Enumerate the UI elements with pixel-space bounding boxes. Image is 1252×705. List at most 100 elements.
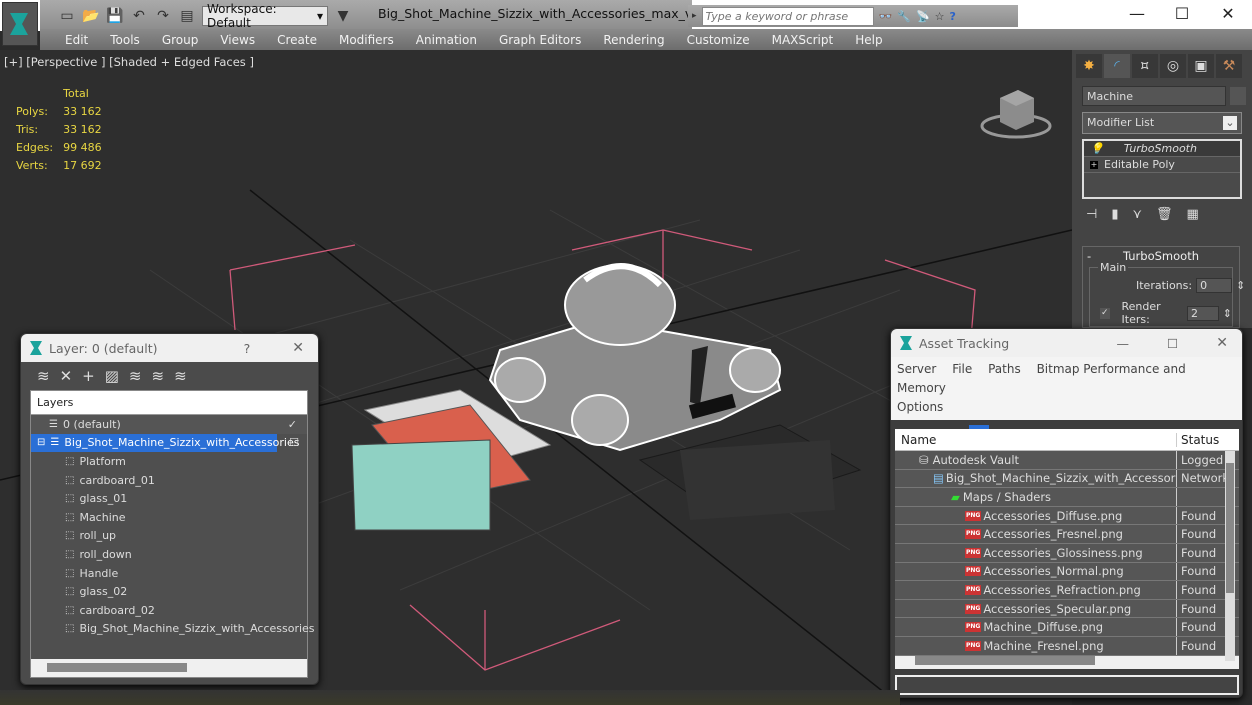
display-tab-icon[interactable]: ▣ [1188, 54, 1214, 78]
dialog-titlebar[interactable]: Layer: 0 (default) ? ✕ [21, 334, 318, 362]
menu-create[interactable]: Create [266, 33, 328, 47]
list-item[interactable]: ⬚ Big_Shot_Machine_Sizzix_with_Accessorie… [31, 620, 315, 639]
app-menu-button[interactable] [2, 2, 38, 46]
star-icon[interactable]: ☆ [935, 10, 945, 23]
maximize-button[interactable]: ☐ [1167, 336, 1178, 351]
customize-toolbar-icon[interactable]: ▼ [334, 7, 352, 25]
stack-item-turbosmooth[interactable]: 💡 TurboSmooth [1084, 141, 1240, 157]
menu-file[interactable]: File [952, 362, 972, 376]
table-row[interactable]: ▰ Maps / Shaders [895, 488, 1239, 507]
add-to-layer-icon[interactable]: + [82, 367, 95, 385]
list-item[interactable]: ⬚ roll_down [31, 545, 307, 564]
satellite-icon[interactable]: 📡 [916, 10, 930, 23]
current-layer-toggle[interactable]: ☐ [289, 436, 299, 449]
help-icon[interactable]: ? [950, 10, 956, 23]
configure-modifier-sets-icon[interactable]: ▦ [1187, 207, 1199, 222]
close-button[interactable]: ✕ [292, 340, 304, 356]
view-cube[interactable] [980, 82, 1052, 142]
close-button[interactable]: ✕ [1213, 4, 1243, 23]
new-layer-icon[interactable]: ≋ [37, 367, 50, 385]
table-row[interactable]: PNG Machine_Fresnel.png Found [895, 636, 1239, 656]
horizontal-scrollbar[interactable] [915, 656, 1095, 665]
iterations-spinner[interactable]: Iterations: 0 ⇕ [1136, 278, 1245, 293]
redo-icon[interactable]: ↷ [154, 7, 172, 25]
collapse-icon[interactable]: ⊟ [37, 437, 45, 448]
menu-help[interactable]: Help [844, 33, 893, 47]
table-row[interactable]: PNG Accessories_Diffuse.png Found [895, 506, 1239, 526]
layer-row-selected[interactable]: ⊟ ☰ Big_Shot_Machine_Sizzix_with_Accessori… [31, 433, 299, 453]
list-item[interactable]: ⬚ Handle [31, 564, 307, 583]
list-item[interactable]: ⬚ glass_01 [31, 489, 307, 508]
highlight-layer-icon[interactable]: ≋ [152, 367, 165, 385]
vertical-scrollbar[interactable] [1225, 451, 1235, 661]
binoculars-icon[interactable]: 👓 [879, 10, 893, 23]
list-item[interactable]: ⬚ roll_up [31, 527, 307, 546]
viewport-label[interactable]: [+] [Perspective ] [Shaded + Edged Faces… [4, 55, 254, 69]
key-icon[interactable]: 🔧 [897, 10, 911, 23]
table-row[interactable]: PNG Accessories_Specular.png Found [895, 599, 1239, 619]
expand-icon[interactable]: ▸ [692, 11, 697, 21]
horizontal-scrollbar[interactable] [31, 659, 307, 677]
table-row[interactable]: ⛁ Autodesk Vault Logged [895, 451, 1239, 470]
scrollbar-thumb[interactable] [1226, 463, 1234, 593]
motion-tab-icon[interactable]: ◎ [1160, 54, 1186, 78]
menu-views[interactable]: Views [209, 33, 266, 47]
menu-server[interactable]: Server [897, 362, 936, 376]
new-file-icon[interactable]: ▭ [58, 7, 76, 25]
menu-customize[interactable]: Customize [676, 33, 761, 47]
minimize-button[interactable]: — [1122, 4, 1152, 23]
table-row[interactable]: PNG Accessories_Normal.png Found [895, 562, 1239, 582]
menu-bitmap-performance[interactable]: Bitmap Performance and Memory [897, 362, 1186, 395]
remove-modifier-icon[interactable]: 🗑 [1156, 207, 1173, 222]
undo-icon[interactable]: ↶ [130, 7, 148, 25]
table-row[interactable]: PNG Accessories_Fresnel.png Found [895, 525, 1239, 544]
workspace-dropdown[interactable]: Workspace: Default ▾ [202, 2, 328, 30]
spinner-arrows-icon[interactable]: ⇕ [1223, 307, 1232, 320]
open-folder-icon[interactable]: 📂 [82, 7, 100, 25]
render-iters-checkbox[interactable]: ✓ [1100, 307, 1110, 319]
list-item[interactable]: ⬚ glass_02 [31, 582, 307, 601]
utilities-tab-icon[interactable]: ⚒ [1216, 54, 1242, 78]
column-status[interactable]: Status [1177, 433, 1219, 447]
menu-rendering[interactable]: Rendering [592, 33, 675, 47]
column-name[interactable]: Name [895, 432, 1177, 447]
list-item[interactable]: ⬚ cardboard_02 [31, 601, 307, 620]
hierarchy-tab-icon[interactable]: ⯏ [1132, 54, 1158, 78]
minimize-button[interactable]: — [1117, 336, 1130, 351]
layers-column-header[interactable]: Layers [31, 391, 307, 415]
spinner-arrows-icon[interactable]: ⇕ [1236, 279, 1245, 292]
list-item[interactable]: ⬚ cardboard_01 [31, 471, 307, 490]
show-end-result-icon[interactable]: ▮ [1111, 207, 1118, 222]
hide-freeze-layer-icon[interactable]: ≋ [174, 367, 187, 385]
pin-stack-icon[interactable]: ⊣ [1086, 207, 1097, 222]
table-row[interactable]: PNG Accessories_Refraction.png Found [895, 581, 1239, 600]
make-unique-icon[interactable]: ⋎ [1132, 207, 1142, 222]
modify-tab-icon[interactable]: ◜ [1104, 54, 1130, 78]
stack-item-editable-poly[interactable]: + Editable Poly [1084, 157, 1240, 173]
modifier-list-dropdown[interactable]: Modifier List ⌄ [1082, 112, 1242, 134]
table-row[interactable]: PNG Accessories_Glossiness.png Found [895, 543, 1239, 563]
menu-group[interactable]: Group [151, 33, 210, 47]
layer-row-default[interactable]: ☰ 0 (default) ✓ [31, 415, 307, 434]
menu-paths[interactable]: Paths [988, 362, 1021, 376]
delete-layer-icon[interactable]: ✕ [60, 367, 73, 385]
object-color-swatch[interactable] [1230, 87, 1246, 105]
menu-modifiers[interactable]: Modifiers [328, 33, 405, 47]
select-layer-icon[interactable]: ≋ [129, 367, 142, 385]
help-button[interactable]: ? [244, 341, 251, 356]
object-name-field[interactable]: Machine [1082, 86, 1226, 106]
list-item[interactable]: ⬚ Platform [31, 452, 307, 471]
search-input[interactable] [701, 6, 874, 26]
menu-options[interactable]: Options [897, 400, 943, 414]
create-tab-icon[interactable]: ✸ [1076, 54, 1102, 78]
scrollbar-thumb[interactable] [47, 663, 187, 672]
render-iters-value[interactable]: 2 [1186, 305, 1219, 321]
maximize-button[interactable]: ☐ [1167, 4, 1197, 23]
menu-graph-editors[interactable]: Graph Editors [488, 33, 592, 47]
menu-tools[interactable]: Tools [99, 33, 151, 47]
iterations-value[interactable]: 0 [1196, 278, 1233, 293]
close-button[interactable]: ✕ [1216, 335, 1228, 351]
checkmark-icon[interactable]: ✓ [288, 418, 297, 431]
menu-animation[interactable]: Animation [405, 33, 488, 47]
menu-maxscript[interactable]: MAXScript [761, 33, 845, 47]
